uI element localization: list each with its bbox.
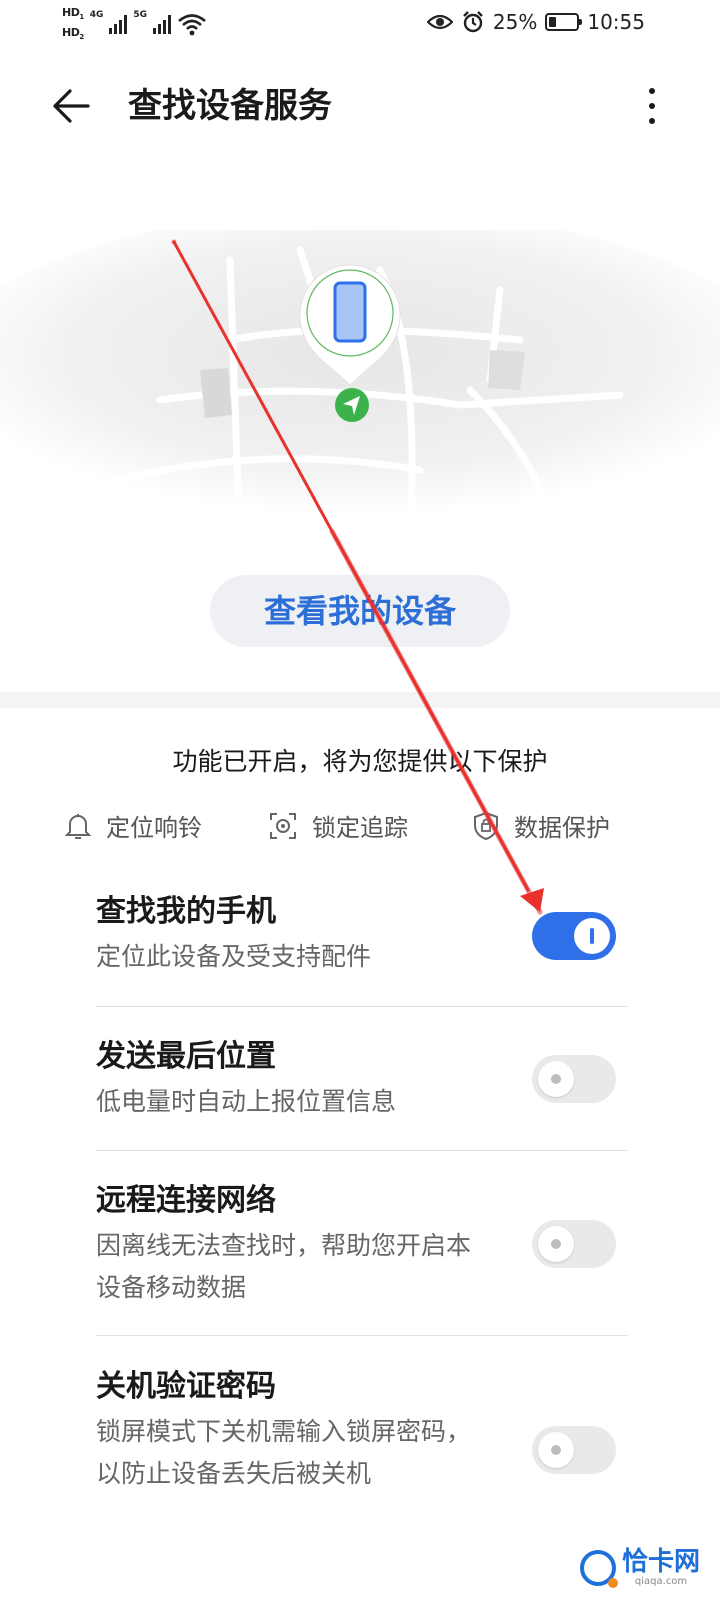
- page-title: 查找设备服务: [128, 86, 332, 126]
- more-dot-icon: [649, 88, 655, 94]
- protection-summary: 功能已开启，将为您提供以下保护: [172, 747, 548, 776]
- network-type-1: 4G: [89, 10, 104, 20]
- section-divider: [0, 692, 720, 708]
- row-divider: [96, 1006, 628, 1007]
- toggle-knob: [538, 1061, 574, 1097]
- feature-label: 锁定追踪: [312, 814, 408, 842]
- toggle-knob: [538, 1432, 574, 1468]
- battery-fill: [549, 17, 557, 27]
- shield-icon: [474, 811, 498, 840]
- alarm-icon: [463, 11, 483, 33]
- feature-label: 数据保护: [514, 814, 610, 842]
- battery-percent: 25%: [492, 10, 538, 34]
- remote-network-toggle[interactable]: [532, 1220, 616, 1268]
- network-type-2: 5G: [133, 10, 148, 20]
- eye-icon: [426, 14, 453, 30]
- find-my-phone-toggle[interactable]: [532, 912, 616, 960]
- arrow-left-icon: [53, 89, 90, 123]
- more-dot-icon: [649, 118, 655, 124]
- watermark-sub: qiaqa.com: [634, 1576, 688, 1587]
- shutdown-password-toggle[interactable]: [532, 1426, 616, 1474]
- wifi-icon: [178, 14, 206, 36]
- feature-locate-ring: 定位响铃: [64, 808, 202, 843]
- row-divider: [96, 1150, 628, 1151]
- clock-time: 10:55: [587, 10, 645, 34]
- back-button[interactable]: [48, 82, 96, 130]
- phone-icon: [333, 281, 367, 343]
- feature-label: 定位响铃: [106, 814, 202, 842]
- setting-description: 锁屏模式下关机需输入锁屏密码，以防止设备丢失后被关机: [96, 1417, 472, 1488]
- signal-group: HD1 HD2 4G 5G: [62, 6, 207, 44]
- status-bar: HD1 HD2 4G 5G 25% 10:55: [0, 0, 720, 52]
- setting-description: 定位此设备及受支持配件: [96, 942, 372, 971]
- status-right-group: 25% 10:55: [426, 10, 645, 34]
- setting-title: 关机验证密码: [96, 1369, 276, 1404]
- feature-data-protect: 数据保护: [472, 808, 610, 843]
- site-watermark: 恰卡网 qiaqa.com: [580, 1547, 701, 1588]
- feature-lock-track: 锁定追踪: [268, 808, 408, 843]
- lock-target-icon: [270, 812, 296, 839]
- app-bar: 查找设备服务: [0, 60, 720, 150]
- signal-bars-icon: [109, 14, 128, 34]
- hd-indicator-2: HD2: [62, 26, 84, 42]
- more-dot-icon: [649, 103, 655, 109]
- setting-description: 低电量时自动上报位置信息: [96, 1087, 397, 1116]
- device-location-map: [0, 230, 720, 550]
- view-my-device-button[interactable]: 查看我的设备: [210, 575, 510, 647]
- setting-description: 因离线无法查找时，帮助您开启本设备移动数据: [96, 1231, 472, 1302]
- bell-icon: [64, 813, 92, 839]
- location-marker-icon: [335, 388, 369, 422]
- watermark-logo-icon: [580, 1549, 618, 1588]
- signal-bars-icon-2: [153, 14, 172, 34]
- watermark-text: 恰卡网: [622, 1547, 701, 1577]
- battery-icon: [545, 13, 583, 31]
- toggle-knob: [538, 1226, 574, 1262]
- more-options-button[interactable]: [640, 82, 664, 130]
- send-last-location-toggle[interactable]: [532, 1055, 616, 1103]
- setting-title: 远程连接网络: [96, 1183, 276, 1218]
- map-building: [200, 368, 232, 418]
- row-divider: [96, 1335, 628, 1336]
- map-building-2: [488, 350, 525, 390]
- toggle-knob: [574, 918, 610, 954]
- hd-indicator-1: HD1: [62, 6, 84, 22]
